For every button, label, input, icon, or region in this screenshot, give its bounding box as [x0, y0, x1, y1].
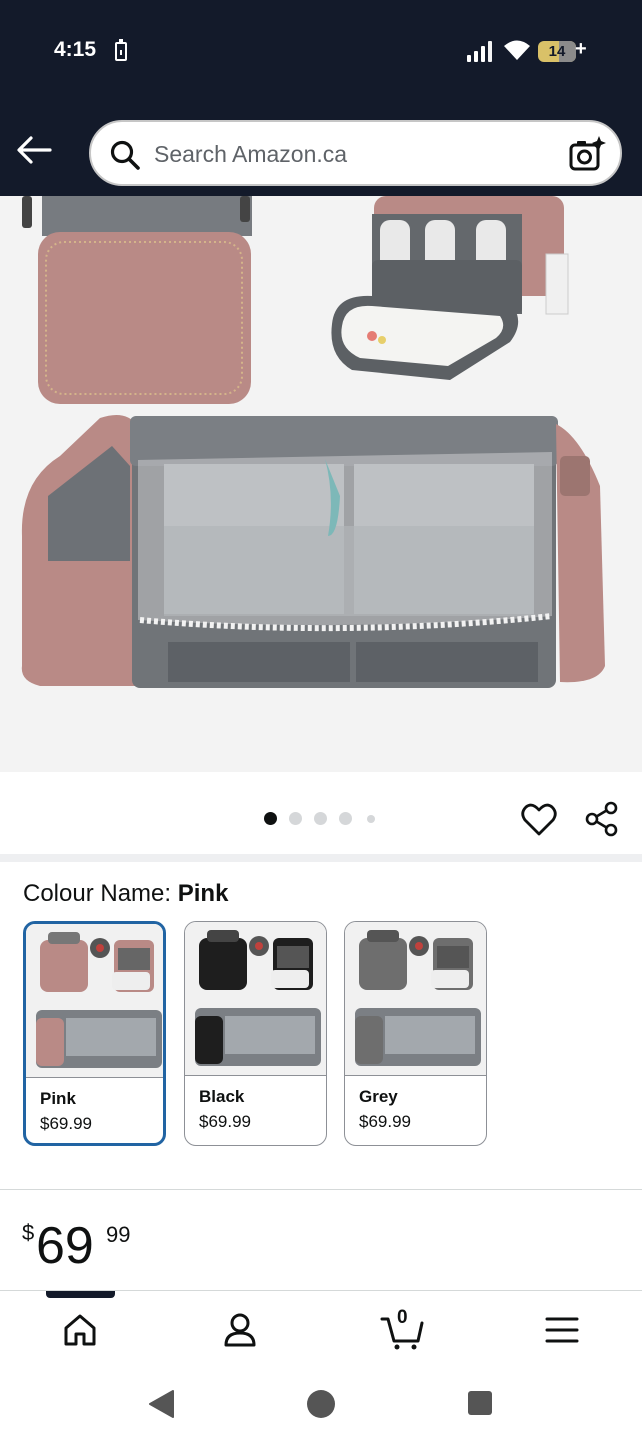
swatch-black[interactable]: Black $69.99 — [184, 921, 327, 1146]
search-icon — [110, 140, 140, 170]
pagination-dot-3[interactable] — [314, 812, 327, 825]
share-icon[interactable] — [584, 801, 620, 837]
battery-saver-icon — [115, 39, 127, 61]
product-page: 4:15 14 + Search Amazon.ca Colour Name: … — [0, 0, 642, 1440]
swatch-grey-thumbnail — [345, 922, 486, 1076]
heart-icon[interactable] — [521, 802, 557, 838]
system-home-icon[interactable] — [307, 1390, 335, 1418]
swatch-pink[interactable]: Pink $69.99 — [23, 921, 166, 1146]
top-bar: 4:15 14 + Search Amazon.ca — [0, 0, 642, 196]
active-tab-indicator — [46, 1291, 115, 1298]
back-arrow-icon[interactable] — [14, 132, 54, 168]
cart-button[interactable]: 0 — [380, 1307, 426, 1351]
home-icon[interactable] — [59, 1309, 101, 1351]
bottom-navigation: 0 — [0, 1290, 642, 1370]
status-time: 4:15 — [54, 38, 97, 61]
cart-count: 0 — [397, 1307, 408, 1328]
swatch-price: $69.99 — [40, 1114, 92, 1133]
signal-icon — [467, 40, 495, 62]
swatch-black-thumbnail — [185, 922, 326, 1076]
pagination-dot-5[interactable] — [367, 815, 375, 823]
camera-search-icon[interactable] — [568, 135, 606, 173]
battery-icon: 14 — [538, 41, 576, 62]
swatch-price: $69.99 — [359, 1112, 411, 1131]
pagination-dot-1[interactable] — [264, 812, 277, 825]
price-whole: 69 — [36, 1217, 94, 1275]
swatch-name: Pink — [40, 1089, 76, 1108]
battery-plus: + — [575, 38, 587, 60]
swatch-name: Black — [199, 1087, 245, 1106]
wifi-icon — [504, 40, 530, 60]
search-placeholder: Search Amazon.ca — [154, 141, 348, 167]
colour-selected-value: Pink — [177, 880, 229, 907]
swatch-name: Grey — [359, 1087, 398, 1106]
swatch-grey[interactable]: Grey $69.99 — [344, 921, 487, 1146]
system-recents-icon[interactable] — [468, 1391, 492, 1415]
search-input[interactable]: Search Amazon.ca — [89, 120, 622, 186]
account-icon[interactable] — [219, 1309, 261, 1351]
product-image-illustration — [21, 196, 605, 688]
price-currency-symbol: $ — [22, 1220, 35, 1245]
pagination-dot-2[interactable] — [289, 812, 302, 825]
menu-icon[interactable] — [541, 1309, 583, 1351]
section-divider — [0, 854, 642, 862]
swatch-pink-thumbnail — [26, 924, 163, 1078]
price-fraction: 99 — [106, 1222, 131, 1247]
swatch-price: $69.99 — [199, 1112, 251, 1131]
section-divider — [0, 1189, 642, 1190]
product-image[interactable] — [0, 196, 642, 772]
system-navigation-bar — [0, 1370, 642, 1440]
image-controls — [0, 772, 642, 854]
pagination-dot-4[interactable] — [339, 812, 352, 825]
colour-name-label: Colour Name: Pink — [23, 880, 229, 907]
system-back-icon[interactable] — [147, 1389, 175, 1419]
